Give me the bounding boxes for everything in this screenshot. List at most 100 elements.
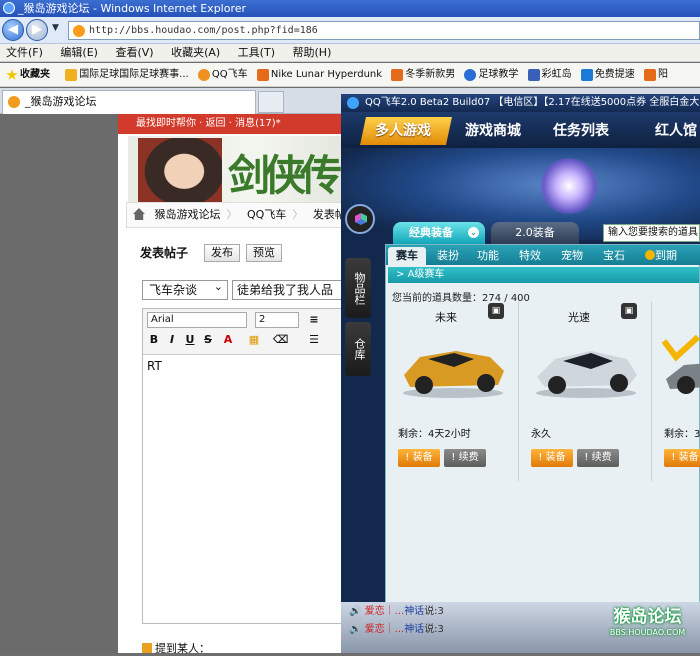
clock-icon: [645, 250, 655, 260]
fav-item-1[interactable]: 国际足球国际足球赛事...: [65, 63, 189, 86]
bold-icon[interactable]: B: [147, 333, 161, 347]
menu-edit[interactable]: 编辑(E): [60, 46, 98, 59]
tab-stars[interactable]: 红人馆: [640, 117, 700, 145]
equip-button[interactable]: ! 装备: [664, 449, 700, 467]
address-toolbar: ◀ ▶ ▼ http://bbs.houdao.com/post.php?fid…: [0, 17, 700, 44]
item-search-input[interactable]: 输入您要搜索的道具: [603, 224, 700, 242]
game-nav: 多人游戏 游戏商城 任务列表 红人馆: [341, 112, 700, 148]
subtab-pets[interactable]: 宠物: [554, 247, 590, 265]
hexagon-icon[interactable]: [345, 204, 375, 234]
breadcrumb-forum[interactable]: 猴岛游戏论坛: [155, 208, 221, 221]
underline-icon[interactable]: U: [183, 333, 197, 347]
fav-site-icon: [580, 69, 593, 81]
mention-label[interactable]: 提到某人：: [142, 640, 210, 656]
forward-icon[interactable]: ▶: [26, 19, 48, 41]
font-color-icon[interactable]: A: [221, 333, 235, 347]
car-gold-image: [403, 351, 504, 398]
font-select[interactable]: Arial: [147, 312, 247, 328]
watermark: 猴岛论坛 BBS.HOUDAO.COM: [609, 607, 686, 637]
favorites-button[interactable]: 收藏夹: [6, 63, 50, 86]
category-header: > A级赛车: [388, 267, 699, 283]
preview-button[interactable]: 预览: [246, 244, 282, 262]
fav-site-icon: [256, 69, 269, 81]
bgcolor-icon[interactable]: ▦: [247, 333, 261, 347]
item-card[interactable]: 未来 ▣ 剩余：4天2小时 ! 装备! 续费: [386, 301, 519, 481]
tab-classic-equipment[interactable]: 经典装备 ⌄: [393, 222, 485, 244]
home-icon[interactable]: [133, 208, 145, 220]
chat-line: 🔊 爱恋｜...神话说:3: [349, 624, 444, 635]
fav-item-8[interactable]: 阳: [644, 63, 668, 86]
subtab-gems[interactable]: 宝石: [596, 247, 632, 265]
list-icon[interactable]: ☰: [307, 333, 321, 347]
menu-file[interactable]: 文件(F): [6, 46, 43, 59]
tab-favicon-icon: [8, 96, 20, 108]
strike-icon[interactable]: S: [201, 333, 215, 347]
item-card[interactable]: 剩余：3 ! 装备: [652, 301, 700, 481]
subtab-effects[interactable]: 特效: [512, 247, 548, 265]
page-title: 发表帖子: [140, 246, 189, 260]
menu-favorites[interactable]: 收藏夹(A): [171, 46, 220, 59]
fav-item-7[interactable]: 免费提速: [580, 63, 635, 86]
qq-icon: [197, 69, 210, 81]
chat-line: 🔊 爱恋｜...神话说:3: [349, 606, 444, 617]
renew-button[interactable]: ! 续费: [444, 449, 486, 467]
subtab-outfit[interactable]: 装扮: [430, 247, 466, 265]
window-title: _猴岛游戏论坛 - Windows Internet Explorer: [18, 2, 247, 15]
favorites-bar: 收藏夹 国际足球国际足球赛事... QQ飞车 Nike Lunar Hyperd…: [0, 63, 700, 87]
title-input[interactable]: 徒弟给我了我人品: [232, 280, 348, 300]
item-remaining: 永久: [531, 429, 551, 440]
side-warehouse-button[interactable]: 仓库: [345, 322, 371, 376]
star-icon: [6, 69, 18, 80]
publish-button[interactable]: 发布: [204, 244, 240, 262]
category-select[interactable]: 飞车杂谈: [142, 278, 228, 300]
tab-shop[interactable]: 游戏商城: [450, 117, 548, 145]
side-inventory-button[interactable]: 物品栏: [345, 258, 371, 318]
lock-icon[interactable]: ▣: [488, 303, 504, 319]
subtab-cars[interactable]: 赛车: [388, 247, 426, 265]
align-left-icon[interactable]: ≡: [307, 313, 321, 327]
subtab-function[interactable]: 功能: [470, 247, 506, 265]
tab-multiplayer[interactable]: 多人游戏: [360, 117, 452, 145]
eraser-icon[interactable]: ⌫: [273, 333, 289, 347]
banner-character-image: [138, 138, 222, 212]
fav-item-3[interactable]: Nike Lunar Hyperdunk: [256, 63, 382, 86]
breadcrumb: 猴岛游戏论坛〉 QQ飞车〉 发表帖子: [126, 202, 348, 228]
menu-view[interactable]: 查看(V): [115, 46, 153, 59]
forum-banner: 剑侠传: [128, 136, 348, 212]
equip-button[interactable]: ! 装备: [531, 449, 573, 467]
back-icon[interactable]: ◀: [2, 19, 24, 41]
post-editor[interactable]: Arial 2 ≡ B I U S A ▦ ⌫ ☰ RT: [142, 308, 349, 624]
equip-button[interactable]: ! 装备: [398, 449, 440, 467]
menu-tools[interactable]: 工具(T): [238, 46, 275, 59]
favorites-label: 收藏夹: [20, 69, 50, 80]
fav-folder-icon: [65, 69, 78, 81]
forum-top-bar[interactable]: 最找即时帮你 · 返回 · 消息(17)*: [118, 114, 348, 134]
tab-equipment-2[interactable]: 2.0装备: [491, 222, 579, 244]
mention-icon: [142, 643, 152, 653]
fav-item-2[interactable]: QQ飞车: [197, 63, 248, 86]
menu-help[interactable]: 帮助(H): [293, 46, 332, 59]
breadcrumb-qqspeed[interactable]: QQ飞车: [247, 208, 286, 221]
address-input[interactable]: http://bbs.houdao.com/post.php?fid=186: [68, 21, 700, 40]
editor-content: RT: [147, 359, 162, 373]
subtab-expiring[interactable]: 到期: [638, 247, 684, 265]
fav-item-5[interactable]: 足球教学: [464, 63, 518, 86]
tab-tasks[interactable]: 任务列表: [538, 117, 636, 145]
fav-site-icon: [464, 69, 477, 81]
game-title-bar: QQ飞车2.0 Beta2 Build07 【电信区】【2.17在线送5000点…: [341, 94, 700, 112]
renew-button[interactable]: ! 续费: [577, 449, 619, 467]
lock-icon[interactable]: ▣: [621, 303, 637, 319]
item-card[interactable]: 光速 ▣ 永久 ! 装备! 续费: [519, 301, 652, 481]
fav-site-icon: [391, 69, 404, 81]
fav-item-6[interactable]: 彩虹岛: [527, 63, 572, 86]
history-dropdown-icon[interactable]: ▼: [52, 23, 59, 33]
new-tab-button[interactable]: [258, 91, 284, 113]
tab-houdao[interactable]: _猴岛游戏论坛: [2, 90, 256, 114]
item-remaining: 剩余：4天2小时: [398, 429, 471, 440]
game-title: QQ飞车2.0 Beta2 Build07 【电信区】【2.17在线送5000点…: [365, 97, 700, 108]
game-logo-icon: [347, 97, 359, 109]
fav-item-4[interactable]: 冬季新款男: [391, 63, 455, 86]
italic-icon[interactable]: I: [165, 333, 179, 347]
size-select[interactable]: 2: [255, 312, 299, 328]
forum-page: 最找即时帮你 · 返回 · 消息(17)* 剑侠传 猴岛游戏论坛〉 QQ飞车〉 …: [118, 114, 349, 656]
